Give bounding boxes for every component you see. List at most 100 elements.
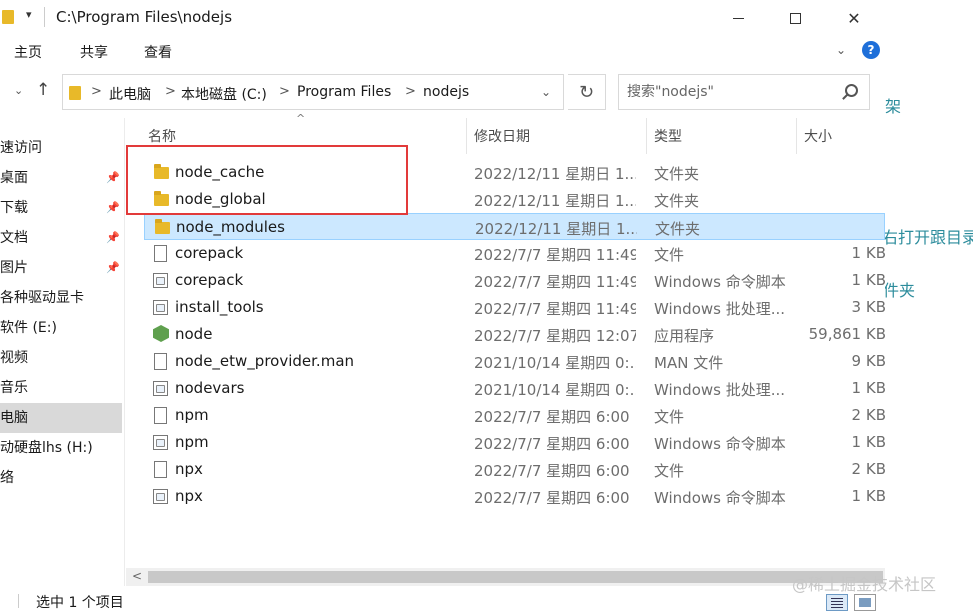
column-header-size[interactable]: 大小 (804, 126, 832, 146)
pin-icon[interactable]: 📌 (106, 253, 120, 283)
column-divider[interactable] (466, 118, 467, 154)
file-size: 1 KB (851, 379, 886, 397)
file-date: 2022/12/11 星期日 1... (474, 192, 636, 210)
close-button[interactable]: ✕ (824, 0, 884, 36)
file-name: npm (175, 406, 209, 424)
file-icon (154, 407, 167, 424)
nav-item[interactable]: 软件 (E:) (0, 313, 122, 343)
refresh-button[interactable]: ↻ (568, 74, 606, 110)
quick-access-dropdown[interactable]: ▾ (26, 8, 32, 21)
file-row[interactable]: nodevars 2021/10/14 星期四 0:... Windows 批处理.… (144, 375, 886, 402)
file-row[interactable]: corepack 2022/7/7 星期四 11:49 Windows 命令脚本 1 … (144, 267, 886, 294)
file-type: Windows 命令脚本 (654, 489, 786, 507)
column-header-date[interactable]: 修改日期 (474, 126, 530, 146)
background-text: 件夹 (885, 281, 916, 300)
minimize-button[interactable] (708, 0, 768, 36)
nav-item[interactable]: 文档 📌 (0, 223, 122, 253)
column-header-name[interactable]: 名称 (148, 126, 176, 146)
file-row[interactable]: npx 2022/7/7 星期四 6:00 文件 2 KB (144, 456, 886, 483)
tab-home[interactable]: 主页 (14, 42, 42, 62)
search-box[interactable] (618, 74, 870, 110)
pin-icon[interactable]: 📌 (106, 223, 120, 253)
file-row[interactable]: install_tools 2022/7/7 星期四 11:49 Windows 批… (144, 294, 886, 321)
script-icon (153, 435, 168, 450)
recent-locations-dropdown[interactable]: ⌄ (14, 84, 23, 97)
breadcrumb-nodejs[interactable]: nodejs (423, 84, 469, 100)
file-row[interactable]: node 2022/7/7 星期四 12:07 应用程序 59,861 KB (144, 321, 886, 348)
chevron-right-icon[interactable]: > (279, 84, 290, 99)
nav-item[interactable]: 速访问 (0, 133, 122, 163)
file-date: 2022/7/7 星期四 6:00 (474, 408, 630, 426)
breadcrumb-program-files[interactable]: Program Files (297, 84, 391, 100)
maximize-button[interactable] (765, 0, 825, 36)
window-title: C:\Program Files\nodejs (56, 8, 233, 26)
maximize-icon (789, 12, 801, 24)
tab-share[interactable]: 共享 (80, 42, 108, 62)
nav-item-label: 络 (0, 470, 14, 486)
file-type: 文件夹 (654, 192, 700, 210)
nav-item-label: 软件 (E:) (0, 320, 57, 336)
node-icon (153, 325, 169, 342)
details-view-icon[interactable] (826, 594, 848, 611)
file-row[interactable]: npm 2022/7/7 星期四 6:00 文件 2 KB (144, 402, 886, 429)
file-date: 2022/7/7 星期四 6:00 (474, 435, 630, 453)
breadcrumb-local-disk[interactable]: 本地磁盘 (C:) (181, 84, 267, 104)
pin-icon[interactable]: 📌 (106, 163, 120, 193)
nav-item-label: 速访问 (0, 140, 42, 156)
file-name: npx (175, 460, 203, 478)
file-date: 2022/7/7 星期四 11:49 (474, 300, 636, 318)
chevron-right-icon[interactable]: > (165, 84, 176, 99)
pin-icon[interactable]: 📌 (106, 193, 120, 223)
background-text: 右打开跟目录 (885, 228, 973, 247)
script-icon (153, 381, 168, 396)
nav-item[interactable]: 下载 📌 (0, 193, 122, 223)
file-row[interactable]: corepack 2022/7/7 星期四 11:49 文件 1 KB (144, 240, 886, 267)
column-divider[interactable] (646, 118, 647, 154)
file-date: 2022/7/7 星期四 11:49 (474, 273, 636, 291)
address-bar[interactable]: > 此电脑 > 本地磁盘 (C:) > Program Files > node… (62, 74, 564, 110)
breadcrumb-this-pc[interactable]: 此电脑 (109, 84, 151, 104)
search-input[interactable] (627, 82, 837, 102)
column-header-type[interactable]: 类型 (654, 126, 682, 146)
scrollbar-thumb[interactable] (148, 571, 883, 583)
horizontal-scrollbar[interactable]: < (126, 568, 885, 586)
file-row[interactable]: npx 2022/7/7 星期四 6:00 Windows 命令脚本 1 KB (144, 483, 886, 510)
nav-item[interactable]: 音乐 (0, 373, 122, 403)
file-name: corepack (175, 271, 244, 289)
file-name: node_modules (176, 218, 285, 236)
up-arrow-icon[interactable]: ↑ (36, 80, 50, 100)
search-icon[interactable] (845, 84, 858, 97)
scroll-left-arrow-icon[interactable]: < (132, 569, 142, 583)
file-size: 2 KB (851, 406, 886, 424)
file-row[interactable]: npm 2022/7/7 星期四 6:00 Windows 命令脚本 1 KB (144, 429, 886, 456)
nav-item[interactable]: 各种驱动显卡 (0, 283, 122, 313)
pane-divider[interactable] (124, 118, 125, 586)
script-icon (153, 300, 168, 315)
watermark-text: @稀土掘金技术社区 (792, 575, 937, 594)
file-size: 1 KB (851, 244, 886, 262)
nav-item[interactable]: 视频 (0, 343, 122, 373)
folder-icon (155, 219, 170, 234)
file-size: 1 KB (851, 271, 886, 289)
file-date: 2022/7/7 星期四 6:00 (474, 462, 630, 480)
chevron-right-icon[interactable]: > (91, 84, 102, 99)
nav-item[interactable]: 电脑 (0, 403, 122, 433)
chevron-down-icon[interactable]: ⌄ (541, 85, 551, 99)
file-type: Windows 批处理... (654, 381, 786, 399)
close-icon: ✕ (847, 8, 861, 28)
chevron-right-icon[interactable]: > (405, 84, 416, 99)
file-row[interactable]: node_modules 2022/12/11 星期日 1... 文件夹 (144, 213, 885, 240)
ribbon-expand-icon[interactable]: ⌄ (836, 43, 846, 57)
nav-item[interactable]: 络 (0, 463, 122, 493)
minimize-icon (732, 17, 744, 19)
nav-item[interactable]: 桌面 📌 (0, 163, 122, 193)
large-icons-view-icon[interactable] (854, 594, 876, 611)
help-icon[interactable]: ? (862, 41, 880, 59)
nav-item[interactable]: 动硬盘lhs (H:) (0, 433, 122, 463)
tab-view[interactable]: 查看 (144, 42, 172, 62)
file-name: npx (175, 487, 203, 505)
file-row[interactable]: node_etw_provider.man 2021/10/14 星期四 0:..… (144, 348, 886, 375)
refresh-icon: ↻ (578, 81, 595, 103)
nav-item[interactable]: 图片 📌 (0, 253, 122, 283)
column-divider[interactable] (796, 118, 797, 154)
